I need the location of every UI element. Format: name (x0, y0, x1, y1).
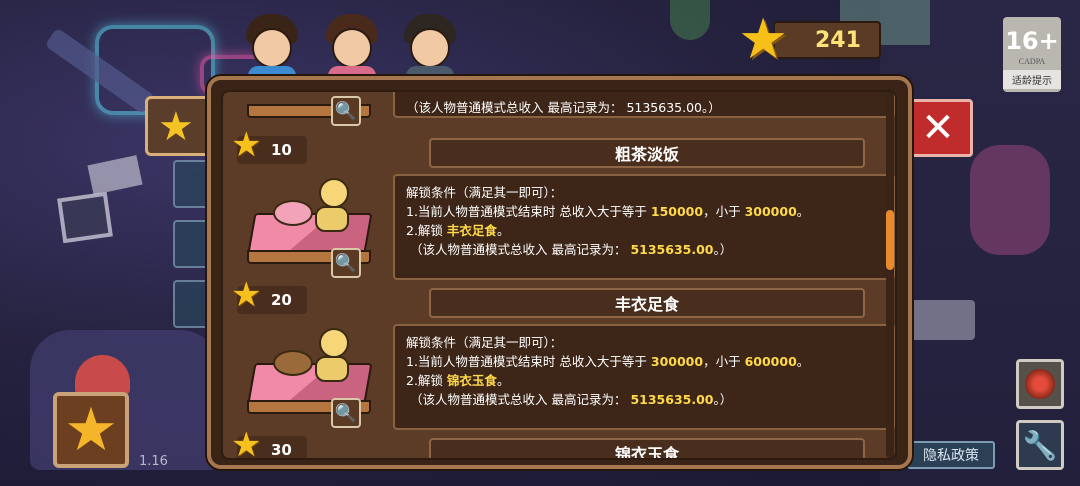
record-text: 。） (713, 242, 733, 257)
requirement-box: 解锁条件（满足其一即可）： 1.当前人物普通模式结束时 总收入大于等于 1500… (393, 174, 895, 280)
character-head (319, 328, 349, 358)
age-tip: 适龄提示 (1003, 70, 1061, 89)
zoom-button[interactable]: 🔍 (331, 398, 361, 428)
req-text: 。 (796, 354, 810, 369)
star-icon: ★ (231, 425, 262, 460)
req-item: 丰衣足食 (446, 223, 497, 238)
hanging-plant (670, 0, 710, 40)
record-value: 5135635.00 (630, 242, 714, 257)
settings-button[interactable]: 🔧 (1016, 420, 1064, 470)
req-item: 锦衣玉食 (446, 373, 497, 388)
req-text: 。 (796, 204, 810, 219)
star-icon: ★ (738, 7, 789, 72)
avatar-face (332, 28, 372, 68)
req-min: 300000 (650, 354, 704, 369)
privacy-policy-button[interactable]: 隐私政策 (907, 441, 995, 469)
wrench-icon: 🔧 (1022, 428, 1058, 462)
req-text: 1.当前人物普通模式结束时 总收入大于等于 (406, 354, 647, 369)
magnifier-icon: 🔍 (334, 100, 358, 122)
req-text: ，小于 (703, 204, 741, 219)
avatar-face (252, 28, 292, 68)
req-min: 150000 (650, 204, 704, 219)
requirement-line-2: 2.解锁 丰衣足食。 (406, 221, 893, 240)
unlock-list[interactable]: 🔍 （该人物普通模式总收入 最高记录为： 5135635.00。） ★ 10 粗… (221, 90, 897, 460)
requirement-line-2: 2.解锁 锦衣玉食。 (406, 371, 893, 390)
star-icon: ★ (231, 275, 262, 315)
zoom-button[interactable]: 🔍 (331, 96, 361, 126)
star-cost-value: 30 (271, 441, 292, 459)
req-text: ，小于 (703, 354, 741, 369)
entry-title: 粗茶淡饭 (429, 138, 865, 168)
close-icon: ✕ (921, 105, 955, 151)
star-cost: ★ 10 (231, 128, 307, 164)
character-head (319, 178, 349, 208)
record-text: （该人物普通模式总收入 最高记录为： (409, 242, 627, 257)
requirement-line-1: 1.当前人物普通模式结束时 总收入大于等于 300000，小于 600000。 (406, 352, 893, 371)
requirement-box: 解锁条件（满足其一即可）： 1.当前人物普通模式结束时 总收入大于等于 3000… (393, 324, 895, 430)
entry-title: 锦衣玉食 (429, 438, 865, 458)
record-text: （该人物普通模式总收入 最高记录为： (409, 392, 627, 407)
pig-food-icon (273, 200, 313, 226)
desk (905, 300, 975, 340)
requirement-title: 解锁条件（满足其一即可）： (406, 335, 563, 350)
character-body (315, 206, 349, 232)
star-counter: 241 (773, 21, 881, 59)
gift-icon (1025, 369, 1055, 399)
wall-photo (57, 191, 113, 244)
sack-food-icon (273, 350, 313, 376)
left-star-tab[interactable]: ★ (145, 96, 215, 156)
scrollbar-track[interactable] (886, 92, 894, 458)
record-line: （该人物普通模式总收入 最高记录为： 5135635.00。） (406, 390, 893, 409)
req-max: 600000 (744, 354, 797, 369)
magnifier-icon: 🔍 (334, 252, 358, 274)
requirement-box: （该人物普通模式总收入 最高记录为： 5135635.00。） (393, 92, 895, 118)
age-rating: 16+ (1005, 27, 1059, 55)
requirement-title: 解锁条件（满足其一即可）： (406, 185, 563, 200)
req-text: 2.解锁 (406, 223, 443, 238)
backpack (970, 145, 1050, 255)
close-button[interactable]: ✕ (903, 99, 973, 157)
star-menu-button[interactable]: ★ (53, 392, 129, 468)
req-text: 。 (496, 223, 510, 238)
record-line: （该人物普通模式总收入 最高记录为： 5135635.00。） (406, 100, 721, 115)
record-text: 。） (713, 392, 733, 407)
star-icon: ★ (64, 395, 118, 465)
star-count: 241 (815, 28, 861, 53)
requirement-line-1: 1.当前人物普通模式结束时 总收入大于等于 150000，小于 300000。 (406, 202, 893, 221)
star-icon: ★ (231, 125, 262, 165)
req-text: 2.解锁 (406, 373, 443, 388)
star-cost: ★ 20 (231, 278, 307, 314)
entry-title: 丰衣足食 (429, 288, 865, 318)
gift-button[interactable] (1016, 359, 1064, 409)
star-cost: ★ 30 (231, 428, 307, 459)
version-label: 1.16 (139, 454, 168, 469)
scrollbar-thumb[interactable] (886, 210, 894, 270)
unlock-panel: 🔍 （该人物普通模式总收入 最高记录为： 5135635.00。） ★ 10 粗… (207, 76, 912, 469)
magnifier-icon: 🔍 (334, 402, 358, 424)
star-cost-value: 10 (271, 141, 292, 159)
avatar-face (410, 28, 450, 68)
req-max: 300000 (744, 204, 797, 219)
star-cost-value: 20 (271, 291, 292, 309)
req-text: 。 (496, 373, 510, 388)
req-text: 1.当前人物普通模式结束时 总收入大于等于 (406, 204, 647, 219)
zoom-button[interactable]: 🔍 (331, 248, 361, 278)
age-org: CADPA (1018, 57, 1046, 66)
age-rating-badge[interactable]: 16+ CADPA 适龄提示 (1003, 17, 1061, 92)
star-icon: ★ (158, 104, 194, 150)
record-line: （该人物普通模式总收入 最高记录为： 5135635.00。） (406, 240, 893, 259)
character-body (315, 356, 349, 382)
record-value: 5135635.00 (630, 392, 714, 407)
